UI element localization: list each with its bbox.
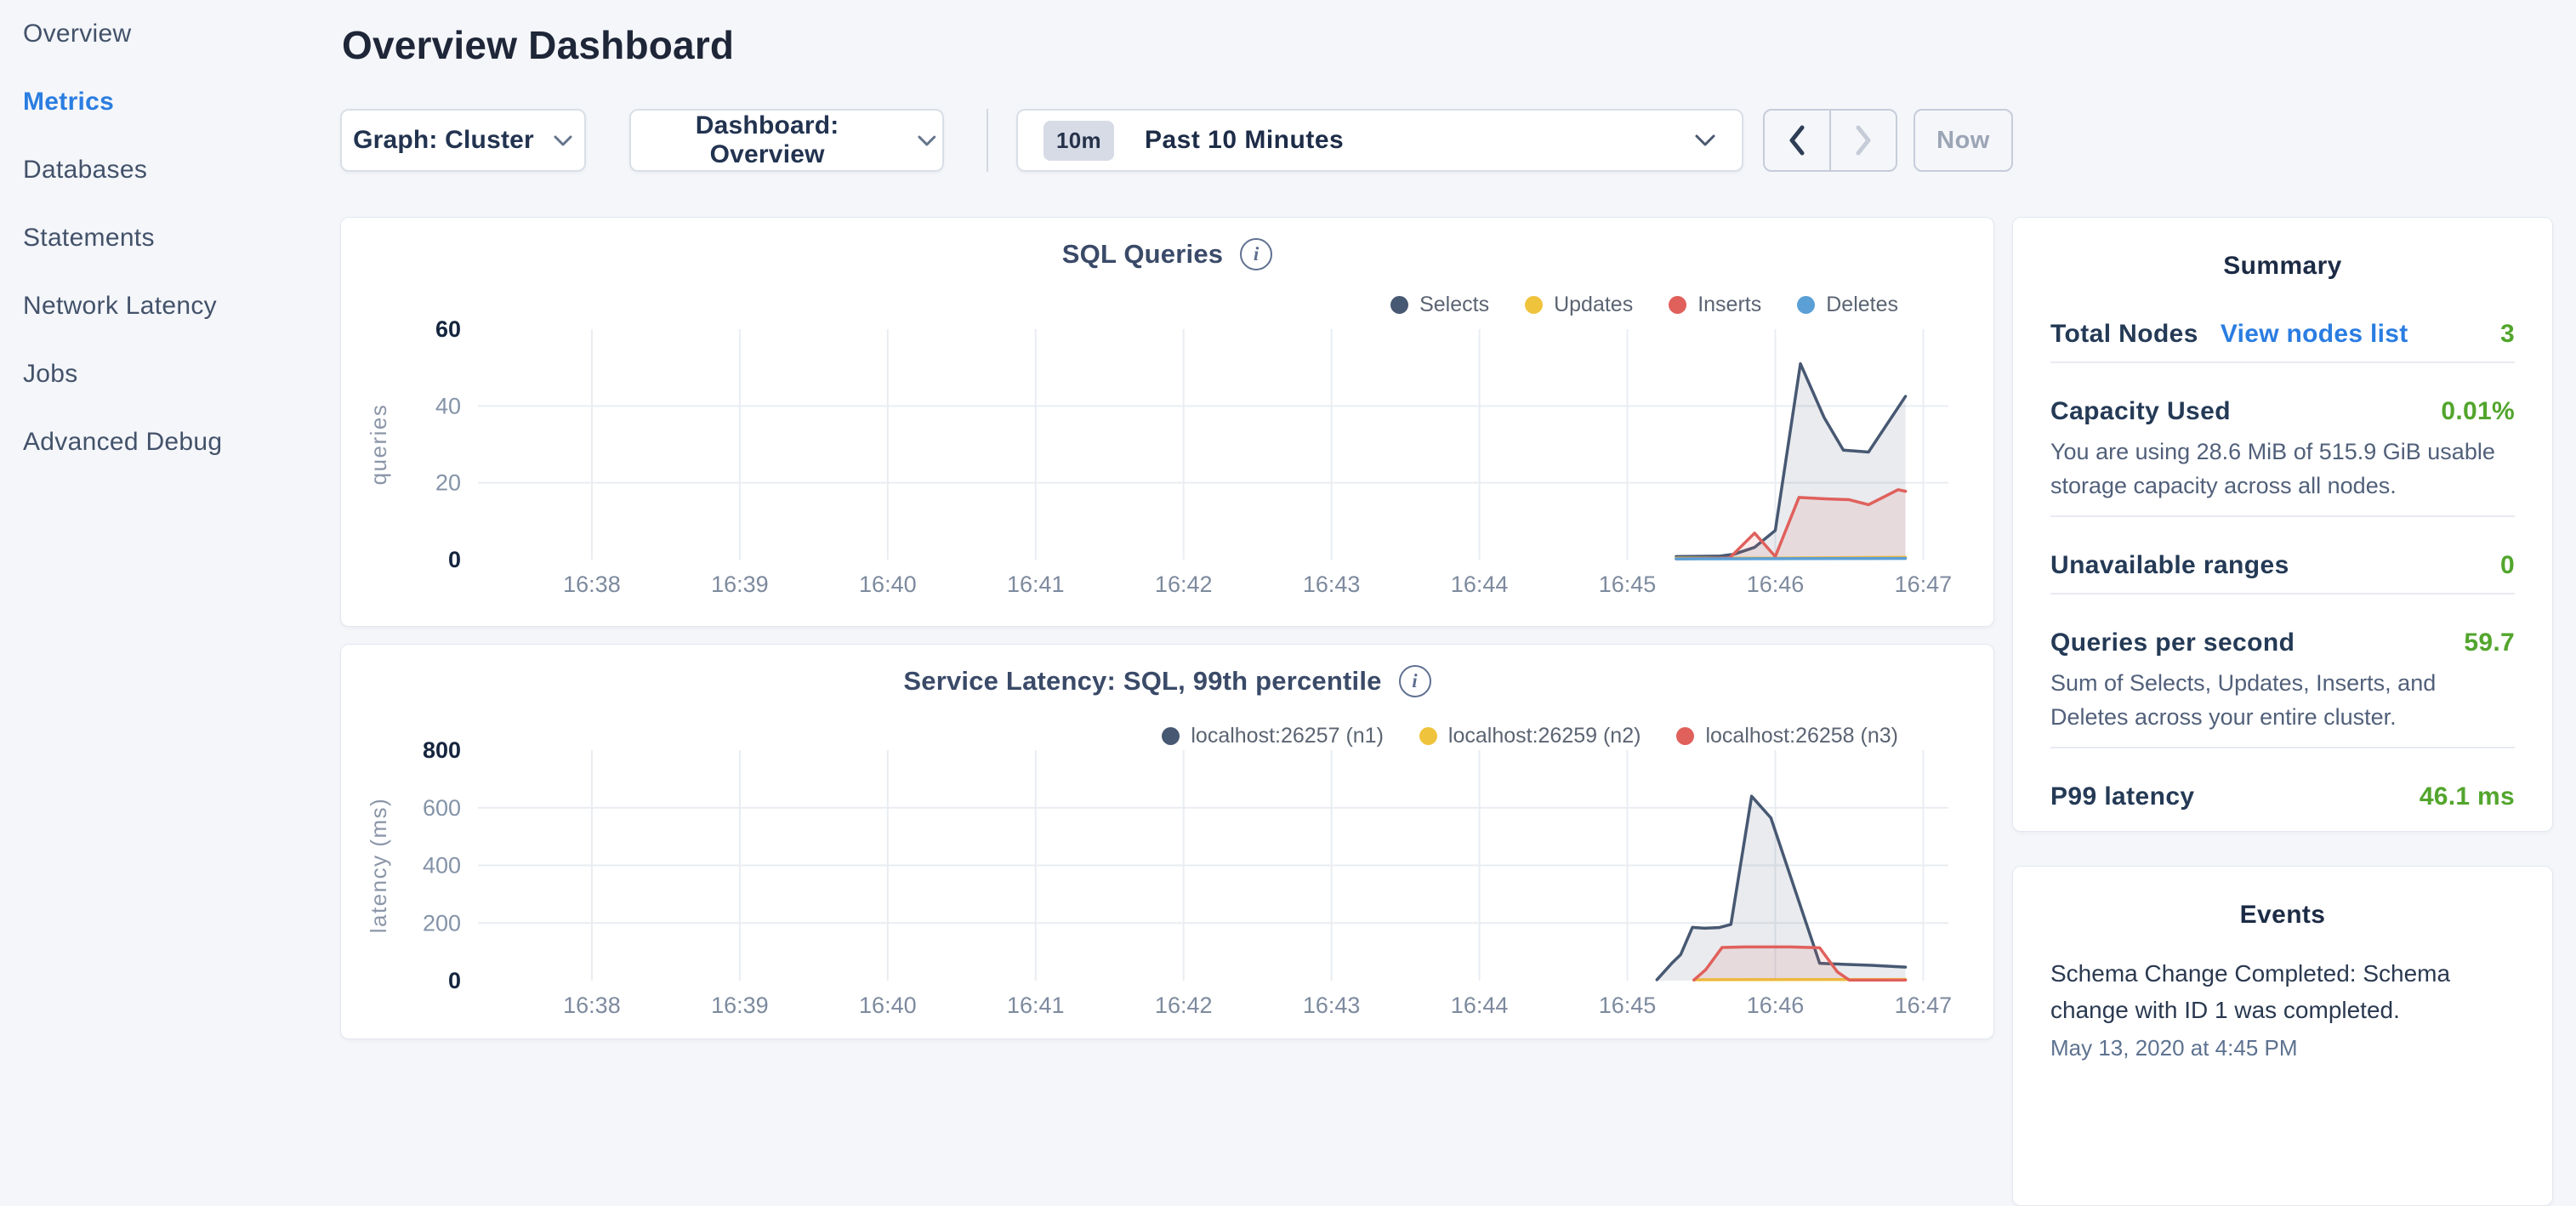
view-nodes-list-link[interactable]: View nodes list — [2221, 320, 2408, 349]
svg-text:16:39: 16:39 — [711, 572, 769, 597]
sidebar-item-advanced-debug[interactable]: Advanced Debug — [0, 408, 340, 476]
summary-label: Total Nodes — [2050, 320, 2198, 349]
summary-label: P99 latency — [2050, 782, 2195, 811]
svg-text:16:44: 16:44 — [1451, 993, 1509, 1018]
summary-value: 0.01% — [2441, 397, 2515, 426]
svg-text:queries: queries — [366, 404, 391, 486]
sidebar-item-overview[interactable]: Overview — [0, 0, 340, 68]
now-button[interactable]: Now — [1914, 109, 2013, 172]
chevron-down-icon — [1694, 134, 1716, 147]
sidebar-item-jobs[interactable]: Jobs — [0, 340, 340, 408]
dashboard-dropdown[interactable]: Dashboard: Overview — [629, 109, 944, 172]
time-range-dropdown[interactable]: 10m Past 10 Minutes — [1016, 109, 1743, 172]
controls-divider — [987, 109, 988, 172]
svg-text:16:41: 16:41 — [1007, 993, 1065, 1018]
events-title: Events — [2050, 867, 2515, 935]
svg-text:800: 800 — [423, 737, 461, 763]
summary-value: 3 — [2500, 320, 2515, 349]
sidebar-item-network-latency[interactable]: Network Latency — [0, 272, 340, 340]
svg-text:0: 0 — [448, 547, 461, 572]
svg-text:16:43: 16:43 — [1303, 572, 1361, 597]
service-latency-chart-card: Service Latency: SQL, 99th percentile i … — [340, 644, 1994, 1039]
svg-text:0: 0 — [448, 968, 461, 993]
events-list: Schema Change Completed: Schema change w… — [2050, 955, 2515, 1061]
svg-text:16:47: 16:47 — [1895, 993, 1953, 1018]
page-title: Overview Dashboard — [342, 22, 734, 68]
summary-row-capacity-used: Capacity Used 0.01% You are using 28.6 MiB… — [2050, 363, 2515, 517]
summary-label: Queries per second — [2050, 629, 2295, 657]
summary-description: Sum of Selects, Updates, Inserts, and De… — [2050, 666, 2515, 734]
summary-label: Unavailable ranges — [2050, 551, 2289, 580]
summary-row-total-nodes: Total Nodes View nodes list 3 — [2050, 286, 2515, 363]
summary-row-p99-latency: P99 latency 46.1 ms — [2050, 748, 2515, 824]
controls-bar: Graph: Cluster Dashboard: Overview 10m P… — [340, 109, 2013, 172]
sidebar-nav-list: OverviewMetricsDatabasesStatementsNetwor… — [0, 0, 340, 476]
summary-row-unavailable-ranges: Unavailable ranges 0 — [2050, 517, 2515, 594]
summary-value: 59.7 — [2464, 629, 2515, 657]
chevron-down-icon — [917, 134, 937, 147]
svg-text:400: 400 — [423, 853, 461, 879]
event-item[interactable]: Schema Change Completed: Schema change w… — [2050, 955, 2515, 1061]
svg-text:16:41: 16:41 — [1007, 572, 1065, 597]
svg-text:16:43: 16:43 — [1303, 993, 1361, 1018]
graph-dropdown-label: Graph: Cluster — [353, 126, 534, 155]
summary-row-queries-per-second: Queries per second 59.7 Sum of Selects, Up… — [2050, 594, 2515, 748]
svg-text:16:45: 16:45 — [1599, 993, 1657, 1018]
sql-queries-chart-card: SQL Queries i SelectsUpdatesInsertsDelet… — [340, 217, 1994, 627]
summary-description: You are using 28.6 MiB of 515.9 GiB usab… — [2050, 435, 2515, 503]
svg-text:20: 20 — [435, 470, 461, 496]
svg-text:16:45: 16:45 — [1599, 572, 1657, 597]
time-range-label: Past 10 Minutes — [1145, 126, 1344, 155]
summary-title: Summary — [2050, 218, 2515, 286]
events-panel: Events Schema Change Completed: Schema c… — [2012, 866, 2553, 1206]
next-range-button[interactable] — [1831, 111, 1896, 170]
time-nav-group — [1763, 109, 1897, 172]
svg-text:60: 60 — [435, 316, 461, 342]
summary-rows: Total Nodes View nodes list 3 Capacity Used… — [2050, 286, 2515, 824]
svg-text:16:44: 16:44 — [1451, 572, 1509, 597]
svg-text:16:38: 16:38 — [563, 993, 621, 1018]
summary-value: 46.1 ms — [2420, 782, 2515, 811]
sidebar-item-statements[interactable]: Statements — [0, 204, 340, 272]
sql-queries-chart: 16:38 16:39 16:40 16:41 16:42 16:43 16:44 16:45… — [341, 218, 1995, 628]
svg-text:600: 600 — [423, 795, 461, 821]
svg-text:16:46: 16:46 — [1747, 993, 1805, 1018]
svg-text:200: 200 — [423, 910, 461, 936]
svg-text:16:42: 16:42 — [1155, 572, 1213, 597]
summary-value: 0 — [2500, 551, 2515, 580]
svg-text:40: 40 — [435, 393, 461, 418]
summary-label: Capacity Used — [2050, 397, 2231, 426]
svg-text:16:47: 16:47 — [1895, 572, 1953, 597]
svg-text:16:42: 16:42 — [1155, 993, 1213, 1018]
svg-text:16:38: 16:38 — [563, 572, 621, 597]
time-range-badge: 10m — [1043, 121, 1114, 161]
svg-text:16:40: 16:40 — [859, 993, 917, 1018]
chevron-left-icon — [1788, 124, 1806, 156]
graph-dropdown[interactable]: Graph: Cluster — [340, 109, 586, 172]
dashboard-dropdown-label: Dashboard: Overview — [636, 111, 898, 169]
sidebar: OverviewMetricsDatabasesStatementsNetwor… — [0, 0, 340, 1051]
summary-panel: Summary Total Nodes View nodes list 3 Capac… — [2012, 217, 2553, 832]
svg-text:16:46: 16:46 — [1747, 572, 1805, 597]
chevron-right-icon — [1854, 124, 1873, 156]
service-latency-chart: 16:38 16:39 16:40 16:41 16:42 16:43 16:44 16:45… — [341, 645, 1995, 1040]
prev-range-button[interactable] — [1765, 111, 1831, 170]
svg-text:latency (ms): latency (ms) — [366, 798, 391, 934]
sidebar-item-databases[interactable]: Databases — [0, 136, 340, 204]
svg-text:16:39: 16:39 — [711, 993, 769, 1018]
svg-text:16:40: 16:40 — [859, 572, 917, 597]
event-text: Schema Change Completed: Schema change w… — [2050, 955, 2493, 1028]
sidebar-item-metrics[interactable]: Metrics — [0, 68, 340, 136]
chevron-down-icon — [553, 134, 573, 147]
event-timestamp: May 13, 2020 at 4:45 PM — [2050, 1035, 2515, 1061]
